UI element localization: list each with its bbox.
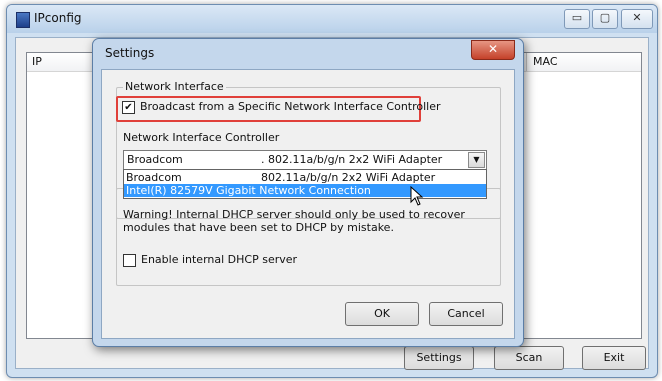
- column-header-mac[interactable]: MAC: [533, 55, 558, 68]
- dhcp-group: [116, 188, 501, 286]
- nic-label: Network Interface Controller: [123, 131, 280, 144]
- app-icon: [16, 12, 30, 28]
- nic-option-model: 802.11a/b/g/n 2x2 WiFi Adapter: [261, 171, 436, 184]
- close-button[interactable]: ✕: [621, 9, 653, 29]
- column-header-ip[interactable]: IP: [32, 55, 42, 68]
- dialog-client: Network Interface ✔ Broadcast from a Spe…: [101, 69, 515, 339]
- checkmark-icon: ✔: [124, 102, 133, 113]
- broadcast-checkbox[interactable]: ✔: [122, 101, 135, 114]
- settings-button[interactable]: Settings: [404, 346, 474, 370]
- nic-select[interactable]: Broadcom . 802.11a/b/g/n 2x2 WiFi Adapte…: [123, 150, 487, 170]
- chevron-down-icon[interactable]: ▼: [468, 152, 485, 168]
- broadcast-checkbox-label[interactable]: Broadcast from a Specific Network Interf…: [140, 100, 441, 113]
- dialog-title: Settings: [105, 46, 155, 60]
- nic-dropdown-list: Broadcom 802.11a/b/g/n 2x2 WiFi Adapter …: [123, 169, 487, 199]
- minimize-icon: ▭: [571, 11, 583, 24]
- close-icon: ✕: [487, 42, 499, 56]
- scan-button[interactable]: Scan: [494, 346, 564, 370]
- nic-option-selected[interactable]: Intel(R) 82579V Gigabit Network Connecti…: [124, 184, 486, 197]
- exit-button[interactable]: Exit: [582, 346, 646, 370]
- maximize-icon: ▢: [599, 11, 611, 24]
- nic-option[interactable]: Broadcom 802.11a/b/g/n 2x2 WiFi Adapter: [124, 171, 486, 184]
- nic-option-vendor: Broadcom: [126, 171, 182, 184]
- window-title: IPconfig: [34, 11, 82, 25]
- mouse-pointer-icon: [410, 186, 424, 206]
- dialog-close-button[interactable]: ✕: [471, 40, 515, 60]
- nic-option-vendor: Intel(R) 82579V Gigabit Network Connecti…: [126, 184, 371, 197]
- main-titlebar[interactable]: IPconfig ▭ ▢ ✕: [7, 5, 657, 33]
- group-title-network-interface: Network Interface: [123, 80, 226, 93]
- cancel-button[interactable]: Cancel: [429, 302, 503, 326]
- minimize-button[interactable]: ▭: [564, 9, 590, 29]
- enable-dhcp-label[interactable]: Enable internal DHCP server: [141, 253, 297, 266]
- enable-dhcp-checkbox[interactable]: [123, 254, 136, 267]
- close-icon: ✕: [632, 11, 642, 24]
- ok-button[interactable]: OK: [345, 302, 419, 326]
- dhcp-warning-text: Warning! Internal DHCP server should onl…: [123, 208, 465, 234]
- settings-dialog: Settings ✕ Network Interface ✔ Broadcast…: [92, 38, 524, 347]
- nic-select-model: . 802.11a/b/g/n 2x2 WiFi Adapter: [261, 153, 443, 166]
- column-divider[interactable]: [526, 53, 527, 71]
- maximize-button[interactable]: ▢: [592, 9, 618, 29]
- nic-select-vendor: Broadcom: [127, 153, 183, 166]
